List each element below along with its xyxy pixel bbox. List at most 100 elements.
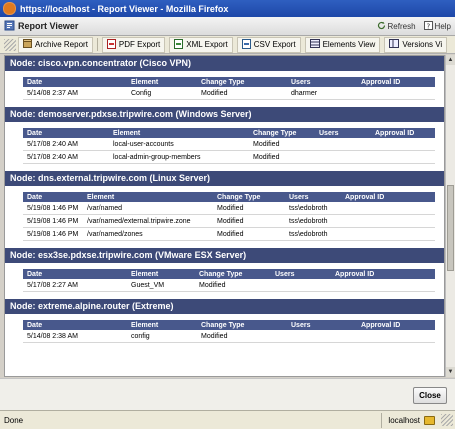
refresh-link[interactable]: Refresh [377, 21, 416, 32]
versions-view-button[interactable]: Versions Vi [384, 36, 448, 53]
table-cell [357, 87, 435, 100]
nodes-list: Node: cisco.vpn.concentrator (Cisco VPN)… [5, 56, 444, 350]
app-title: Report Viewer [18, 21, 79, 31]
refresh-label: Refresh [387, 21, 416, 31]
node-section: Node: dns.external.tripwire.com (Linux S… [5, 171, 444, 248]
column-header: Users [287, 320, 357, 330]
column-header: Date [23, 320, 127, 330]
app-header: Report Viewer Refresh ? Help [0, 17, 455, 36]
table-cell: 5/19/08 1:46 PM [23, 214, 83, 228]
column-header: Approval ID [331, 269, 435, 279]
table-row[interactable]: 5/14/08 2:37 AM Config Modified dharmer [23, 87, 435, 100]
table-cell: local-user-accounts [109, 138, 249, 151]
table-cell: Modified [249, 138, 315, 151]
node-header: Node: cisco.vpn.concentrator (Cisco VPN) [5, 56, 444, 71]
table-header-row: Date Element Change Type Users Approval ID [23, 128, 435, 138]
table-row[interactable]: 5/19/08 1:46 PM/var/named/zones Modified t… [23, 227, 435, 241]
elements-view-icon [309, 39, 320, 50]
help-icon: ? [423, 20, 433, 32]
change-table: Date Element Change Type Users Approval ID 5/… [23, 128, 435, 164]
table-cell: Modified [197, 330, 287, 343]
column-header: Change Type [249, 128, 315, 138]
table-row[interactable]: 5/17/08 2:40 AM local-admin-group-members… [23, 150, 435, 164]
table-cell: tss\edobroth [285, 227, 341, 241]
host-label: localhost [388, 415, 420, 425]
table-cell [371, 150, 435, 164]
scroll-down-icon[interactable]: ▼ [446, 367, 455, 377]
help-link[interactable]: ? Help [423, 20, 451, 32]
archive-report-button[interactable]: Archive Report [18, 36, 93, 53]
table-cell: Modified [195, 279, 271, 292]
table-row[interactable]: 5/17/08 2:27 AM Guest_VM Modified [23, 279, 435, 292]
node-body: Date Element Change Type Users Approval ID 5/… [5, 71, 444, 107]
column-header: Change Type [195, 269, 271, 279]
column-header: Element [109, 128, 249, 138]
column-header: Date [23, 269, 127, 279]
archive-icon [23, 39, 32, 50]
firefox-icon [3, 2, 16, 15]
table-cell: 5/19/08 1:46 PM [23, 202, 83, 215]
status-text: Done [4, 415, 24, 425]
column-header: Date [23, 77, 127, 87]
table-row[interactable]: 5/14/08 2:38 AM config Modified [23, 330, 435, 343]
vertical-scrollbar[interactable]: ▲ ▼ [445, 55, 455, 377]
node-body: Date Element Change Type Users Approval ID 5/… [5, 186, 444, 248]
node-section: Node: demoserver.pdxse.tripwire.com (Win… [5, 107, 444, 171]
pdf-export-button[interactable]: PDF Export [101, 36, 166, 53]
pdf-export-label: PDF Export [118, 40, 161, 49]
elements-view-button[interactable]: Elements View [304, 36, 381, 53]
column-header: Change Type [197, 77, 287, 87]
change-table: Date Element Change Type Users Approval ID 5/… [23, 320, 435, 343]
change-table: Date Element Change Type Users Approval ID 5/… [23, 192, 435, 241]
change-table: Date Element Change Type Users Approval ID 5/… [23, 269, 435, 292]
table-cell [341, 214, 435, 228]
pdf-icon [106, 38, 116, 51]
scroll-up-icon[interactable]: ▲ [446, 55, 455, 65]
node-body: Date Element Change Type Users Approval ID 5/… [5, 122, 444, 171]
node-section: Node: extreme.alpine.router (Extreme) Dat… [5, 299, 444, 350]
table-cell: 5/17/08 2:40 AM [23, 138, 109, 151]
table-header-row: Date Element Change Type Users Approval ID [23, 269, 435, 279]
host-indicator: localhost [381, 412, 441, 428]
column-header: Element [127, 269, 195, 279]
refresh-icon [377, 21, 386, 32]
node-body: Date Element Change Type Users Approval ID 5/… [5, 263, 444, 299]
report-viewer-icon [4, 20, 15, 33]
table-cell [315, 150, 371, 164]
table-row[interactable]: 5/19/08 1:46 PM/var/named Modified tss\edo… [23, 202, 435, 215]
table-cell: local-admin-group-members [109, 150, 249, 164]
column-header: Approval ID [357, 320, 435, 330]
column-header: Change Type [197, 320, 287, 330]
table-cell [287, 330, 357, 343]
change-table: Date Element Change Type Users Approval ID 5/… [23, 77, 435, 100]
column-header: Date [23, 192, 83, 202]
node-section: Node: esx3se.pdxse.tripwire.com (VMware … [5, 248, 444, 299]
table-cell: /var/named [83, 202, 213, 215]
versions-view-label: Versions Vi [402, 40, 443, 49]
column-header: Users [285, 192, 341, 202]
table-cell: Modified [213, 227, 285, 241]
csv-export-button[interactable]: CSV Export [236, 36, 301, 53]
table-row[interactable]: 5/19/08 1:46 PM/var/named/external.tripw… [23, 214, 435, 228]
close-button[interactable]: Close [413, 387, 447, 404]
table-cell [357, 330, 435, 343]
resize-grip-icon[interactable] [441, 414, 453, 426]
table-cell: Modified [197, 87, 287, 100]
scroll-thumb[interactable] [447, 185, 454, 271]
toolbar-separator [96, 38, 98, 51]
table-header-row: Date Element Change Type Users Approval ID [23, 192, 435, 202]
csv-icon [241, 38, 251, 51]
csv-export-label: CSV Export [253, 40, 296, 49]
lock-icon [424, 415, 435, 425]
svg-text:?: ? [426, 22, 430, 30]
table-row[interactable]: 5/17/08 2:40 AM local-user-accounts Modifi… [23, 138, 435, 151]
table-cell: 5/19/08 1:46 PM [23, 227, 83, 241]
archive-report-label: Archive Report [35, 40, 88, 49]
xml-export-button[interactable]: XML Export [169, 36, 233, 53]
table-cell: 5/17/08 2:27 AM [23, 279, 127, 292]
table-cell [341, 227, 435, 241]
xml-icon [174, 38, 184, 51]
window-titlebar: https://localhost - Report Viewer - Mozi… [0, 0, 455, 17]
table-cell: Config [127, 87, 197, 100]
column-header: Element [83, 192, 213, 202]
